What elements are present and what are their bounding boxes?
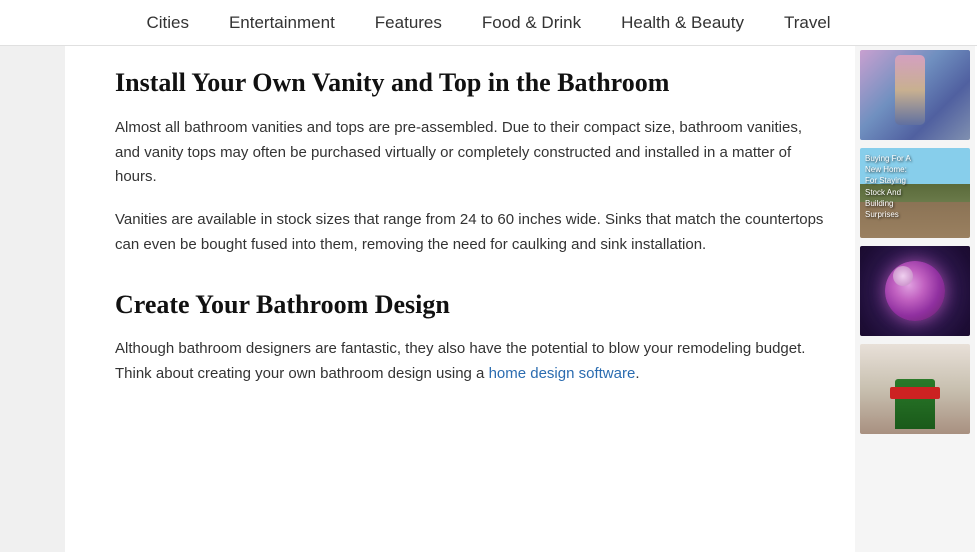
nav-item-features[interactable]: Features [375, 13, 442, 33]
main-content: Install Your Own Vanity and Top in the B… [65, 46, 855, 552]
main-navigation: Cities Entertainment Features Food & Dri… [0, 0, 977, 46]
left-sidebar [0, 46, 65, 552]
section1-heading: Install Your Own Vanity and Top in the B… [115, 66, 825, 100]
section2-paragraph1: Although bathroom designers are fantasti… [115, 337, 825, 387]
fashion-image [860, 50, 970, 140]
section2-heading: Create Your Bathroom Design [115, 288, 825, 322]
nav-item-entertainment[interactable]: Entertainment [229, 13, 335, 33]
nav-item-cities[interactable]: Cities [146, 13, 189, 33]
section1-paragraph1: Almost all bathroom vanities and tops ar… [115, 116, 825, 190]
home-design-software-link[interactable]: home design software [489, 365, 636, 382]
section2-text-end: . [635, 365, 639, 382]
sidebar-image-delivery[interactable] [860, 344, 970, 434]
nav-item-travel[interactable]: Travel [784, 13, 831, 33]
sidebar-image-virus[interactable] [860, 246, 970, 336]
nav-item-health-beauty[interactable]: Health & Beauty [621, 13, 744, 33]
virus-circle [885, 261, 945, 321]
right-sidebar [855, 46, 975, 552]
virus-image [860, 246, 970, 336]
section1-paragraph2: Vanities are available in stock sizes th… [115, 208, 825, 258]
page-wrapper: Install Your Own Vanity and Top in the B… [0, 46, 977, 552]
section2-text-start: Although bathroom designers are fantasti… [115, 340, 805, 382]
article-section-vanity: Install Your Own Vanity and Top in the B… [115, 66, 825, 258]
sidebar-image-fashion[interactable] [860, 50, 970, 140]
sidebar-image-house[interactable] [860, 148, 970, 238]
delivery-image [860, 344, 970, 434]
article-section-design: Create Your Bathroom Design Although bat… [115, 288, 825, 387]
house-image [860, 148, 970, 238]
nav-item-food-drink[interactable]: Food & Drink [482, 13, 581, 33]
